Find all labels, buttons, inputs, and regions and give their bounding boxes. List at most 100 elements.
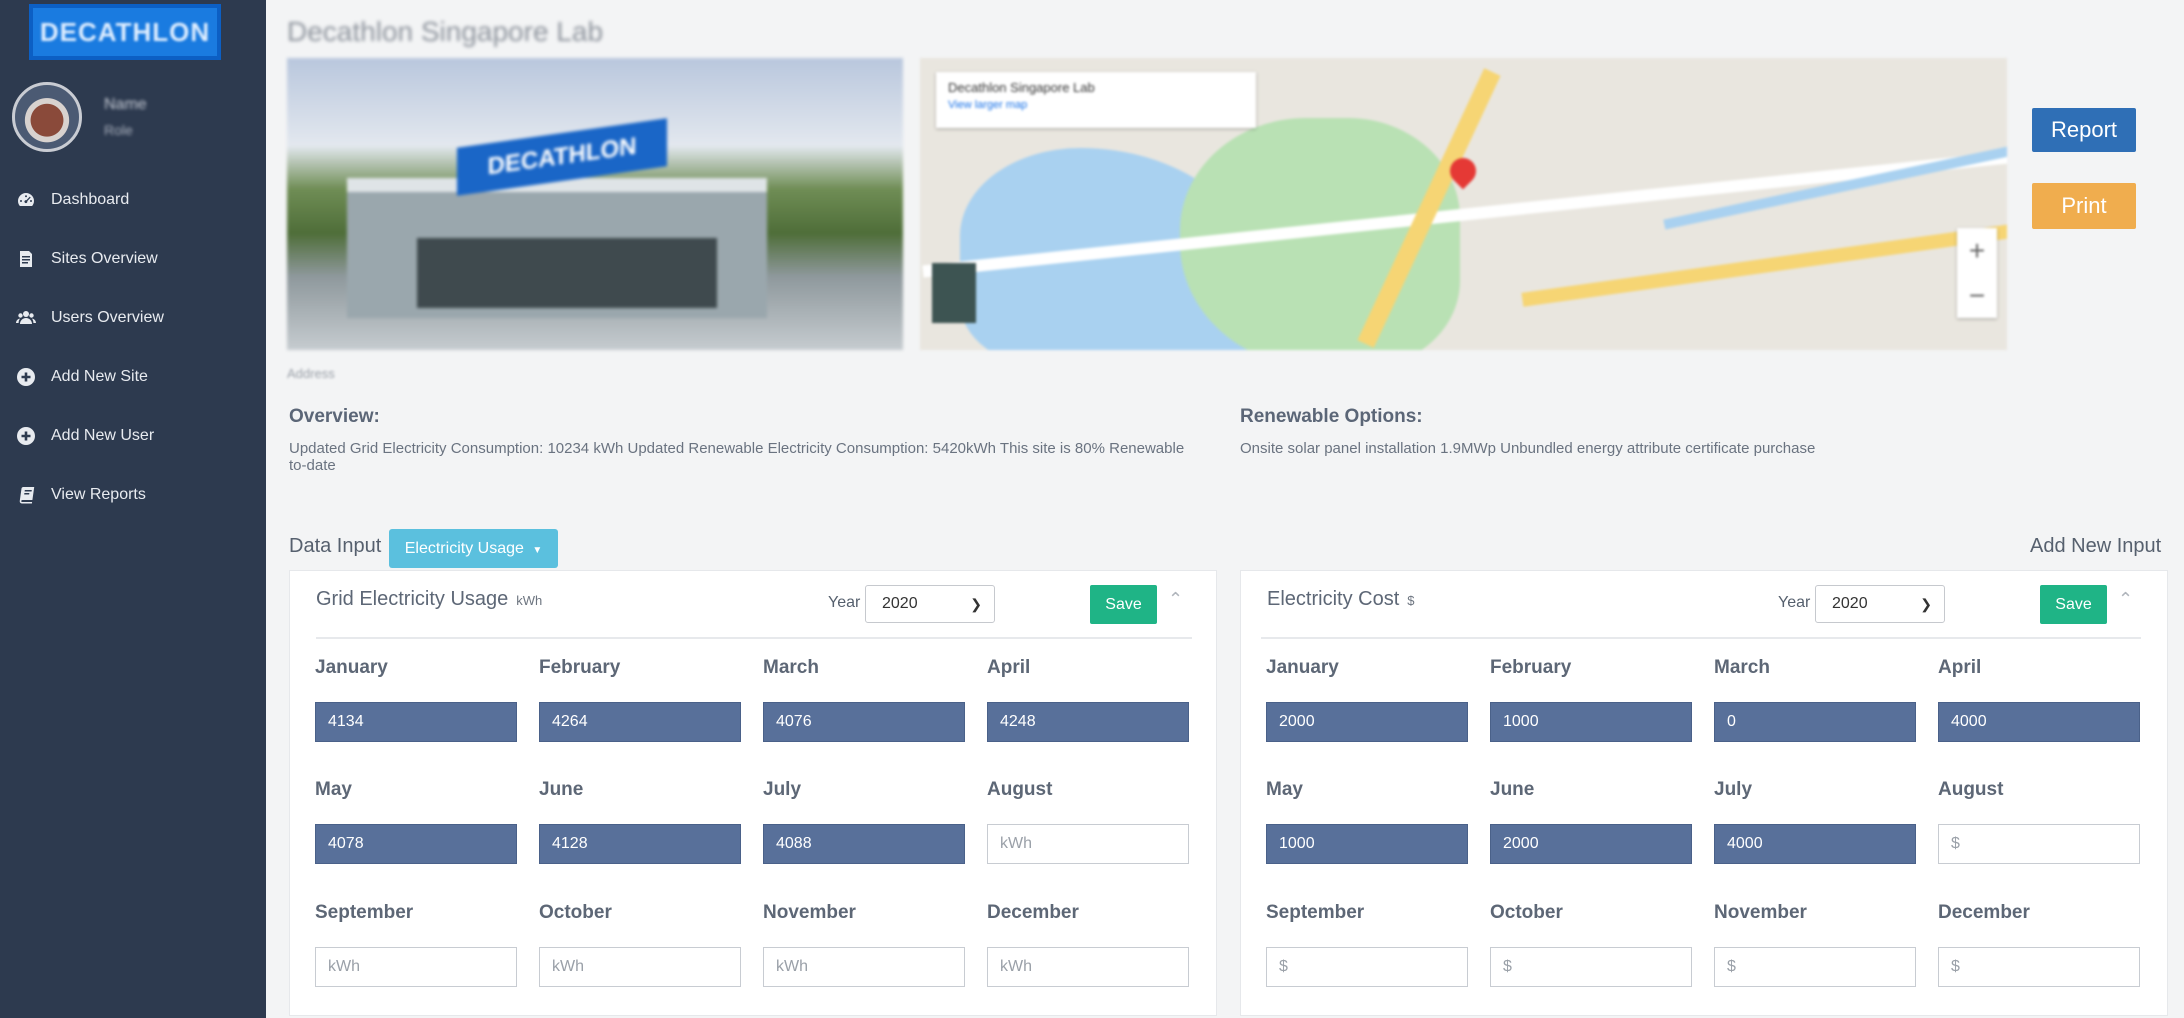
overview-title: Overview: (289, 406, 380, 427)
year-select-value: 2020 (1832, 595, 1868, 612)
avatar[interactable] (12, 82, 82, 152)
page-title: Decathlon Singapore Lab (287, 16, 604, 47)
month-input-february[interactable] (539, 702, 741, 742)
add-new-input-link[interactable]: Add New Input (2030, 535, 2161, 558)
month-label-october: October (1490, 902, 1563, 923)
month-input-august[interactable] (987, 824, 1189, 864)
year-label: Year (828, 594, 861, 611)
sidebar-item-label: View Reports (51, 485, 146, 503)
month-input-october[interactable] (1490, 947, 1692, 987)
caret-down-icon: ▼ (532, 544, 543, 556)
sidebar-item-add-new-site[interactable]: Add New Site (0, 347, 266, 406)
month-input-november[interactable] (1714, 947, 1916, 987)
sidebar-item-users-overview[interactable]: Users Overview (0, 288, 266, 347)
book-icon (16, 485, 36, 505)
plus-circle-icon (16, 426, 36, 446)
collapse-icon[interactable]: ⌃ (2118, 589, 2133, 610)
month-label-march: March (763, 657, 819, 678)
report-button[interactable]: Report (2032, 108, 2136, 152)
save-button[interactable]: Save (1090, 585, 1157, 624)
grid-electricity-panel: Grid Electricity Usage kWh Year 2020 ❯ Sa… (289, 570, 1217, 1016)
renewable-options-title: Renewable Options: (1240, 406, 1423, 427)
data-input-label: Data Input (289, 535, 382, 557)
map-satellite-toggle[interactable] (932, 263, 976, 323)
month-label-september: September (315, 902, 414, 923)
input-type-dropdown-label: Electricity Usage (404, 539, 524, 557)
renewable-options-text: Onsite solar panel installation 1.9MWp U… (1240, 440, 1816, 457)
map-infobox-title: Decathlon Singapore Lab (948, 80, 1095, 95)
month-input-january[interactable] (315, 702, 517, 742)
month-input-december[interactable] (1938, 947, 2140, 987)
sidebar-item-label: Dashboard (51, 190, 130, 208)
month-label-december: December (1938, 902, 2030, 923)
plus-circle-icon (16, 367, 36, 387)
panel-unit: $ (1407, 593, 1415, 608)
month-label-august: August (987, 779, 1053, 800)
month-input-july[interactable] (763, 824, 965, 864)
month-input-october[interactable] (539, 947, 741, 987)
month-label-november: November (1714, 902, 1807, 923)
month-input-march[interactable] (763, 702, 965, 742)
site-photo-glass (417, 238, 717, 308)
sidebar-item-view-reports[interactable]: View Reports (0, 465, 266, 524)
month-label-october: October (539, 902, 612, 923)
electricity-cost-panel: Electricity Cost $ Year 2020 ❯ Save ⌃ Jan… (1240, 570, 2168, 1016)
month-input-may[interactable] (315, 824, 517, 864)
month-input-june[interactable] (539, 824, 741, 864)
map-infobox: Decathlon Singapore Lab View larger map (936, 72, 1256, 128)
print-button[interactable]: Print (2032, 183, 2136, 229)
sidebar-item-add-new-user[interactable]: Add New User (0, 406, 266, 465)
month-input-june[interactable] (1490, 824, 1692, 864)
overview-text: Updated Grid Electricity Consumption: 10… (289, 440, 1185, 474)
month-label-february: February (1490, 657, 1572, 678)
user-profile[interactable]: Name Role (12, 82, 252, 152)
month-label-may: May (315, 779, 352, 800)
zoom-out-icon[interactable]: − (1957, 273, 1997, 318)
month-label-december: December (987, 902, 1079, 923)
month-input-july[interactable] (1714, 824, 1916, 864)
save-button[interactable]: Save (2040, 585, 2107, 624)
month-input-february[interactable] (1490, 702, 1692, 742)
month-label-january: January (315, 657, 388, 678)
collapse-icon[interactable]: ⌃ (1168, 589, 1183, 610)
month-input-march[interactable] (1714, 702, 1916, 742)
sidebar-item-sites-overview[interactable]: Sites Overview (0, 229, 266, 288)
year-label: Year (1778, 594, 1811, 611)
panel-title-text: Grid Electricity Usage (316, 588, 509, 610)
year-select-value: 2020 (882, 595, 918, 612)
month-label-april: April (987, 657, 1031, 678)
sidebar-item-dashboard[interactable]: Dashboard (0, 170, 266, 229)
year-select[interactable]: 2020 ❯ (1815, 585, 1945, 623)
input-type-dropdown[interactable]: Electricity Usage ▼ (389, 529, 558, 568)
month-input-september[interactable] (315, 947, 517, 987)
month-input-december[interactable] (987, 947, 1189, 987)
month-input-november[interactable] (763, 947, 965, 987)
month-input-january[interactable] (1266, 702, 1468, 742)
sidebar-item-label: Users Overview (51, 308, 164, 326)
profile-role: Role (104, 122, 133, 138)
month-label-november: November (763, 902, 856, 923)
year-select[interactable]: 2020 ❯ (865, 585, 995, 623)
users-icon (16, 308, 36, 328)
month-label-september: September (1266, 902, 1365, 923)
map-view-larger-link[interactable]: View larger map (948, 99, 1244, 111)
brand-logo[interactable]: DECATHLON (29, 4, 221, 60)
month-label-july: July (1714, 779, 1753, 800)
month-input-may[interactable] (1266, 824, 1468, 864)
month-label-july: July (763, 779, 802, 800)
month-input-august[interactable] (1938, 824, 2140, 864)
month-input-september[interactable] (1266, 947, 1468, 987)
zoom-in-icon[interactable]: + (1957, 228, 1997, 273)
chevron-down-icon: ❯ (970, 596, 982, 612)
month-label-august: August (1938, 779, 2004, 800)
month-label-march: March (1714, 657, 1770, 678)
sidebar-item-label: Add New User (51, 426, 155, 444)
month-input-april[interactable] (1938, 702, 2140, 742)
panel-title-text: Electricity Cost (1267, 588, 1400, 610)
logo-text: DECATHLON (39, 16, 211, 47)
panel-title: Grid Electricity Usage kWh (316, 588, 542, 611)
month-label-february: February (539, 657, 621, 678)
sidebar-item-label: Add New Site (51, 367, 148, 385)
month-input-april[interactable] (987, 702, 1189, 742)
site-map[interactable]: Decathlon Singapore Lab View larger map … (920, 58, 2007, 350)
